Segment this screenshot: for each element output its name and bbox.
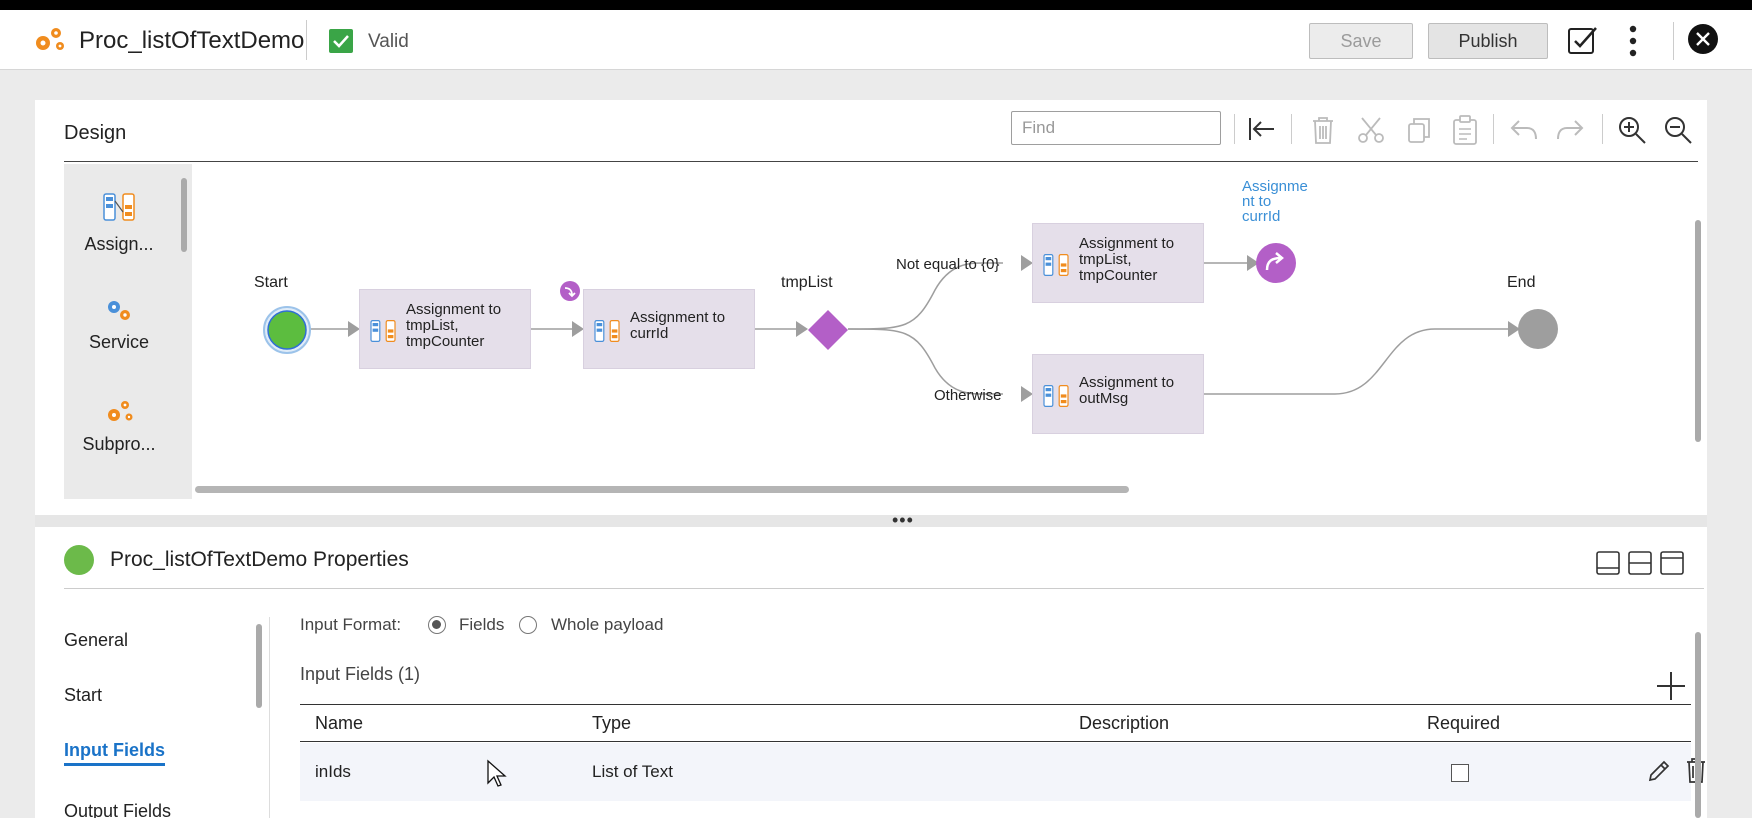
publish-button[interactable]: Publish (1428, 23, 1548, 59)
column-header-required[interactable]: Required (1427, 713, 1500, 734)
jump-label: Assignme nt to currId (1242, 179, 1308, 224)
nav-item-output-fields[interactable]: Output Fields (64, 801, 171, 818)
jump-node[interactable] (1254, 241, 1298, 285)
step-assignment-currid[interactable]: Assignment to currId (583, 289, 755, 369)
step-title-line: currId (630, 325, 669, 342)
field-required-checkbox[interactable] (1451, 764, 1469, 782)
format-whole-payload-radio[interactable] (519, 616, 537, 634)
jump-label-line: currId (1242, 208, 1281, 225)
branch-label-not-equal[interactable]: Not equal to {0} (896, 256, 999, 273)
save-button[interactable]: Save (1309, 23, 1413, 59)
properties-scrollbar[interactable] (1695, 632, 1701, 818)
canvas-horizontal-scrollbar[interactable] (195, 486, 1129, 493)
step-title-line: tmpCounter (1079, 267, 1158, 284)
step-title-line: tmpList, (406, 317, 459, 334)
field-type-cell: List of Text (592, 762, 673, 781)
jump-target-icon (560, 281, 580, 301)
step-title-line: Assignment to (1079, 374, 1175, 391)
assignment-icon (1043, 385, 1069, 407)
step-title-line: tmpCounter (406, 333, 485, 350)
layout-top-icon[interactable] (1659, 550, 1685, 576)
nav-divider (269, 617, 270, 818)
step-assignment-tmplist-tmpcounter[interactable]: Assignment to tmpList, tmpCounter (359, 289, 531, 369)
format-fields-radio[interactable] (428, 616, 446, 634)
field-name-cell: inIds (315, 762, 351, 781)
step-title-line: tmpList, (1079, 251, 1132, 268)
decision-node[interactable] (806, 308, 850, 352)
assignment-icon (1043, 254, 1069, 276)
format-fields-label[interactable]: Fields (459, 615, 504, 635)
start-label: Start (254, 274, 288, 291)
nav-item-input-fields[interactable]: Input Fields (64, 740, 165, 766)
step-title-line: Assignment to (630, 309, 726, 326)
canvas-vertical-scrollbar[interactable] (1695, 220, 1701, 442)
branch-label-otherwise[interactable]: Otherwise (934, 387, 1002, 404)
input-format-label: Input Format: (300, 615, 402, 634)
jump-label-line: Assignme (1242, 178, 1308, 195)
add-field-icon[interactable] (1655, 670, 1687, 702)
process-title: Proc_listOfTextDemo (79, 27, 305, 54)
column-header-name[interactable]: Name (315, 713, 363, 734)
valid-check-icon (329, 29, 353, 53)
input-fields-heading: Input Fields (1) (300, 664, 421, 684)
start-status-icon (64, 545, 94, 575)
layout-bottom-icon[interactable] (1595, 550, 1621, 576)
nav-item-general[interactable]: General (64, 630, 128, 651)
header-divider (306, 20, 307, 60)
validate-icon[interactable] (1566, 24, 1598, 56)
properties-header-rule (64, 588, 1704, 589)
table-top-rule (300, 704, 1691, 705)
step-title-line: Assignment to (1079, 235, 1175, 252)
more-options-icon[interactable] (1625, 24, 1641, 58)
mouse-cursor-icon (487, 759, 507, 787)
process-gears-icon (36, 28, 64, 50)
window-top-bar (0, 0, 1752, 10)
properties-panel: Proc_listOfTextDemo Properties General S… (35, 527, 1707, 818)
step-title-line: Assignment to (406, 301, 502, 318)
step-assignment-tmplist-tmpcounter-2[interactable]: Assignment to tmpList, tmpCounter (1032, 223, 1204, 303)
panel-splitter[interactable]: ••• (35, 511, 1707, 529)
edit-pencil-icon[interactable] (1646, 758, 1672, 784)
splitter-grip-icon[interactable]: ••• (892, 511, 914, 529)
table-header-rule (300, 741, 1691, 742)
end-node[interactable] (1517, 308, 1559, 350)
decision-label: tmpList (781, 274, 833, 291)
design-panel: Design Find Assign... Service Subpro... … (35, 100, 1707, 515)
close-icon[interactable] (1687, 23, 1719, 55)
nav-item-start[interactable]: Start (64, 685, 102, 706)
step-title-line: outMsg (1079, 390, 1129, 407)
step-assignment-outmsg[interactable]: Assignment to outMsg (1032, 354, 1204, 434)
properties-title: Proc_listOfTextDemo Properties (110, 548, 409, 571)
column-header-type[interactable]: Type (592, 713, 631, 734)
table-row[interactable]: inIds List of Text (300, 743, 1705, 801)
jump-label-line: nt to (1242, 193, 1272, 210)
validation-status: Valid (368, 31, 409, 52)
column-header-description[interactable]: Description (1079, 713, 1169, 734)
nav-scrollbar[interactable] (256, 624, 262, 708)
assignment-icon (370, 320, 396, 342)
layout-split-icon[interactable] (1627, 550, 1653, 576)
format-whole-payload-label[interactable]: Whole payload (551, 615, 663, 635)
app-header: Proc_listOfTextDemo Valid Save Publish (0, 10, 1752, 70)
header-divider-right (1673, 22, 1674, 60)
assignment-icon (594, 320, 620, 342)
end-label: End (1507, 274, 1536, 291)
start-node[interactable] (262, 305, 312, 355)
